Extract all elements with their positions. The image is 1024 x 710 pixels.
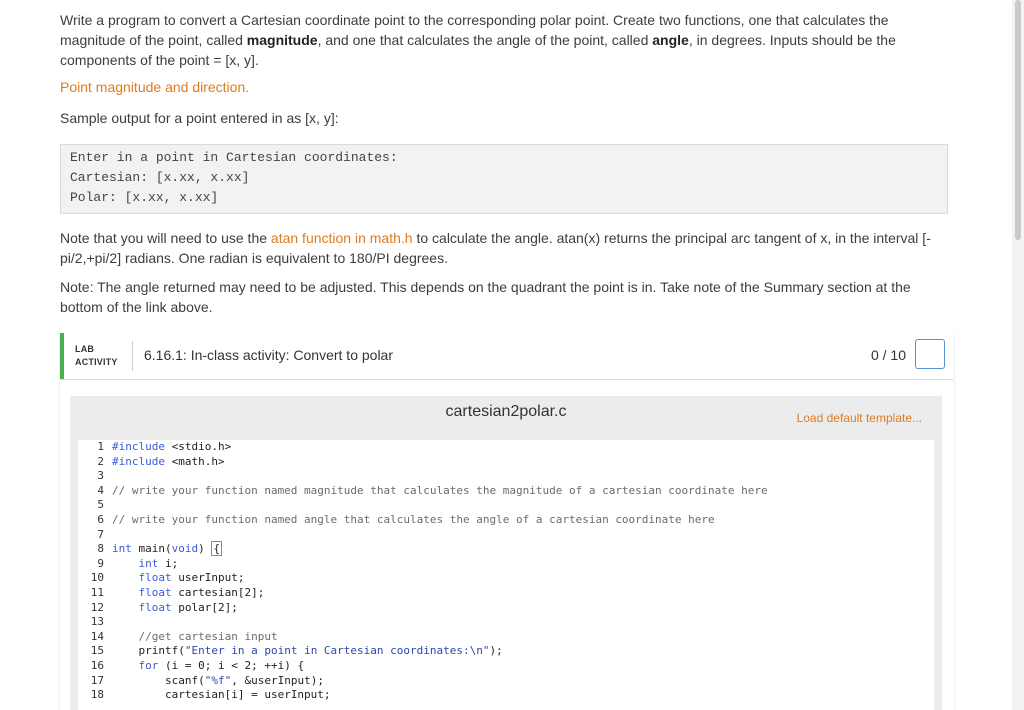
code-line: 15 printf("Enter in a point in Cartesian…: [78, 644, 503, 659]
line-number: 16: [90, 659, 104, 672]
lab-body: cartesian2polar.c Load default template.…: [60, 380, 954, 710]
intro-paragraph: Write a program to convert a Cartesian c…: [60, 10, 940, 70]
sample-output-line: Cartesian: [x.xx, x.xx]: [70, 170, 250, 185]
code-line: 9 int i;: [78, 557, 178, 572]
code-token: i;: [158, 556, 179, 570]
line-number: 4: [97, 483, 104, 497]
code-token: float: [138, 586, 172, 599]
atan-function-link[interactable]: atan function in math.h: [271, 230, 413, 246]
code-token: float: [138, 571, 172, 585]
code-token: #include: [112, 440, 165, 453]
code-line: 11 float cartesian[2];: [78, 586, 265, 601]
magnitude-term: magnitude: [246, 32, 318, 48]
completion-checkbox-icon: [915, 339, 945, 369]
code-line: 13: [78, 615, 112, 630]
code-token: cartesian[2];: [171, 586, 265, 599]
code-token: cartesian[i] = userInput;: [164, 688, 331, 702]
line-number: 17: [90, 673, 104, 687]
code-line: 18 cartesian[i] = userInput;: [78, 688, 331, 703]
code-comment: // write your function named angle that …: [112, 513, 715, 526]
line-number: 13: [90, 615, 104, 629]
code-token: ): [198, 542, 212, 556]
code-comment: // write your function named magnitude t…: [112, 483, 768, 497]
code-editor[interactable]: 1 #include <stdio.h> 2 #include <math.h> 3…: [78, 440, 934, 710]
editor-panel: cartesian2polar.c Load default template.…: [70, 396, 942, 710]
lab-tag-line: ACTIVITY: [75, 357, 118, 367]
code-token: #include: [112, 454, 165, 468]
code-line: 6 // write your function named angle that…: [78, 513, 715, 528]
sample-output-label: Sample output for a point entered in as …: [60, 110, 339, 126]
code-line: 4 // write your function named magnitude …: [78, 483, 768, 499]
atan-note-text: Note that you will need to use the: [60, 230, 271, 246]
angle-adjust-note: Note: The angle returned may need to be …: [60, 279, 911, 315]
angle-term: angle: [652, 32, 689, 48]
code-comment: //get cartesian input: [138, 629, 278, 643]
lab-activity-tag: LAB ACTIVITY: [75, 343, 118, 369]
code-line: 3: [78, 469, 112, 484]
lab-title: 6.16.1: In-class activity: Convert to po…: [144, 347, 393, 363]
code-token: float: [138, 600, 172, 614]
lab-tag-line: LAB: [75, 344, 95, 354]
code-token: void: [171, 542, 199, 556]
line-number: 9: [97, 556, 104, 570]
line-number: 15: [90, 644, 104, 658]
code-token: , &userInput);: [231, 673, 324, 687]
code-token: (i = 0; i < 2; ++i) {: [158, 659, 305, 672]
lab-score: 0 / 10: [870, 347, 906, 363]
code-string: "%f": [204, 673, 232, 687]
line-number: 6: [97, 513, 104, 526]
code-line: 8 int main(void) {: [78, 541, 222, 557]
atan-note: Note that you will need to use the atan …: [60, 228, 946, 268]
code-token: printf(: [138, 644, 185, 658]
code-line: 16 for (i = 0; i < 2; ++i) {: [78, 659, 304, 674]
code-token: <stdio.h>: [164, 440, 232, 453]
lab-activity-header: LAB ACTIVITY 6.16.1: In-class activity: …: [60, 333, 954, 379]
code-token: polar[2];: [171, 600, 238, 614]
point-magnitude-link[interactable]: Point magnitude and direction.: [60, 79, 249, 95]
sample-output-box: Enter in a point in Cartesian coordinate…: [60, 144, 948, 214]
line-number: 5: [97, 498, 104, 512]
line-number: 10: [90, 571, 104, 585]
load-default-template-button[interactable]: Load default template...: [797, 411, 922, 425]
line-number: 1: [97, 440, 104, 453]
code-line: 14 //get cartesian input: [78, 630, 278, 645]
code-line: 7: [78, 528, 112, 543]
line-number: 11: [90, 586, 104, 599]
page-scrollbar-thumb[interactable]: [1015, 0, 1021, 240]
code-token: int: [138, 556, 159, 570]
lab-header-divider: [132, 341, 133, 371]
line-number: 2: [97, 454, 104, 468]
code-string: "Enter in a point in Cartesian coordinat…: [184, 644, 490, 658]
code-line: 17 scanf("%f", &userInput);: [78, 674, 324, 689]
code-token: userInput;: [171, 571, 245, 585]
code-line: 1 #include <stdio.h>: [78, 440, 231, 455]
code-token: );: [489, 644, 503, 658]
code-line: 12 float polar[2];: [78, 601, 238, 616]
matched-brace: {: [211, 541, 222, 557]
code-token: int: [112, 542, 132, 556]
sample-output-line: Polar: [x.xx, x.xx]: [70, 190, 219, 205]
code-line: 5: [78, 498, 112, 513]
code-token: <math.h>: [164, 454, 225, 468]
code-token: scanf(: [164, 673, 205, 687]
code-line: 10 float userInput;: [78, 571, 245, 586]
line-number: 12: [90, 600, 104, 614]
line-number: 18: [90, 688, 104, 702]
page-scrollbar[interactable]: [1012, 0, 1024, 710]
sample-output-line: Enter in a point in Cartesian coordinate…: [70, 150, 398, 165]
code-token: main(: [131, 542, 172, 556]
line-number: 7: [97, 527, 104, 541]
code-token: for: [138, 659, 159, 672]
intro-text-2: , and one that calculates the angle of t…: [317, 32, 653, 48]
line-number: 8: [97, 542, 104, 556]
code-line: 2 #include <math.h>: [78, 454, 225, 470]
line-number: 3: [97, 469, 104, 483]
line-number: 14: [90, 629, 104, 643]
